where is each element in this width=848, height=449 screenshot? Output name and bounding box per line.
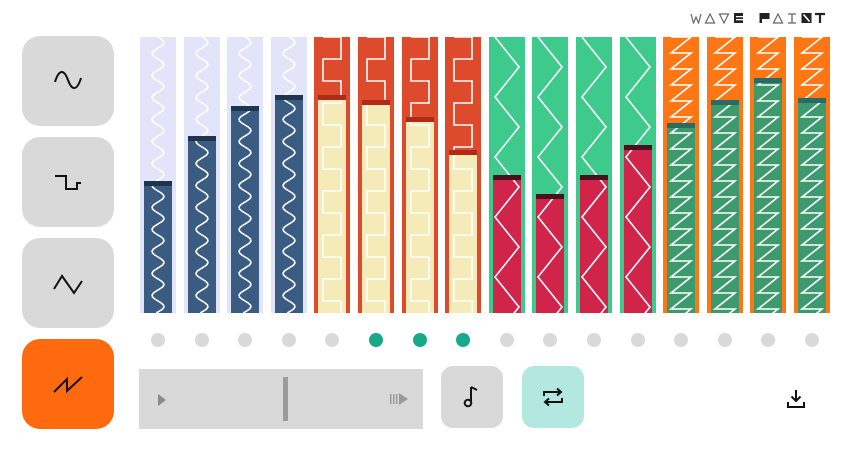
loop-icon	[543, 387, 563, 407]
skip-to-end-icon[interactable]	[389, 391, 411, 407]
step-bar-14[interactable]	[706, 37, 743, 313]
step-bar-3[interactable]	[227, 37, 264, 313]
step-dot-10	[543, 333, 558, 347]
download-icon	[787, 390, 805, 408]
step-bar-graphic	[706, 37, 743, 313]
step-dot-1	[151, 333, 165, 347]
step-dot-14	[717, 333, 732, 347]
loop-button[interactable]	[522, 366, 584, 428]
note-button[interactable]	[441, 366, 503, 428]
step-bar-graphic	[532, 37, 569, 313]
step-bar-graphic	[401, 37, 438, 313]
sawtooth-wave-icon	[53, 376, 83, 394]
step-bar-7[interactable]	[401, 37, 438, 313]
scrubber-handle[interactable]	[283, 377, 288, 421]
step-dot-2	[194, 333, 209, 347]
step-bar-graphic	[750, 37, 787, 313]
step-bar-graphic	[445, 37, 482, 313]
download-button[interactable]	[782, 385, 810, 413]
step-bar-graphic	[140, 37, 176, 313]
step-dot-9	[499, 333, 514, 347]
step-dot-13	[674, 333, 689, 347]
step-dot-12	[630, 333, 645, 347]
step-dot-16	[805, 333, 819, 347]
music-note-icon	[463, 386, 478, 408]
step-bar-2[interactable]	[183, 37, 220, 313]
step-bar-11[interactable]	[576, 37, 612, 313]
step-dot-5	[325, 333, 340, 347]
step-dot-7	[412, 333, 427, 347]
step-dot-15	[761, 333, 776, 347]
play-icon[interactable]	[156, 392, 168, 408]
step-bar-graphic	[358, 37, 394, 313]
step-bar-graphic	[270, 37, 307, 313]
step-bar-graphic	[663, 37, 700, 313]
step-bar-12[interactable]	[619, 37, 656, 313]
step-bar-graphic	[576, 37, 612, 313]
step-bar-15[interactable]	[750, 37, 787, 313]
playback-scrubber[interactable]	[139, 369, 423, 429]
step-bar-1[interactable]	[140, 37, 176, 313]
step-bar-graphic	[314, 37, 351, 313]
step-bar-graphic	[619, 37, 656, 313]
step-bar-graphic	[794, 37, 830, 313]
step-dot-4	[281, 333, 296, 347]
step-bar-graphic	[183, 37, 220, 313]
step-bar-5[interactable]	[314, 37, 351, 313]
waveform-button-sawtooth[interactable]	[22, 339, 114, 429]
step-bar-13[interactable]	[663, 37, 700, 313]
step-bar-10[interactable]	[532, 37, 569, 313]
step-sequencer	[0, 0, 848, 320]
step-dot-8	[456, 333, 471, 347]
step-dot-3	[238, 333, 253, 347]
step-bar-4[interactable]	[270, 37, 307, 313]
step-indicators	[0, 333, 848, 349]
step-bar-6[interactable]	[358, 37, 394, 313]
step-bar-graphic	[488, 37, 525, 313]
step-dot-6	[369, 333, 383, 347]
step-dot-11	[587, 333, 601, 347]
step-bar-9[interactable]	[488, 37, 525, 313]
step-bar-graphic	[227, 37, 264, 313]
step-bar-8[interactable]	[445, 37, 482, 313]
step-bar-16[interactable]	[794, 37, 830, 313]
